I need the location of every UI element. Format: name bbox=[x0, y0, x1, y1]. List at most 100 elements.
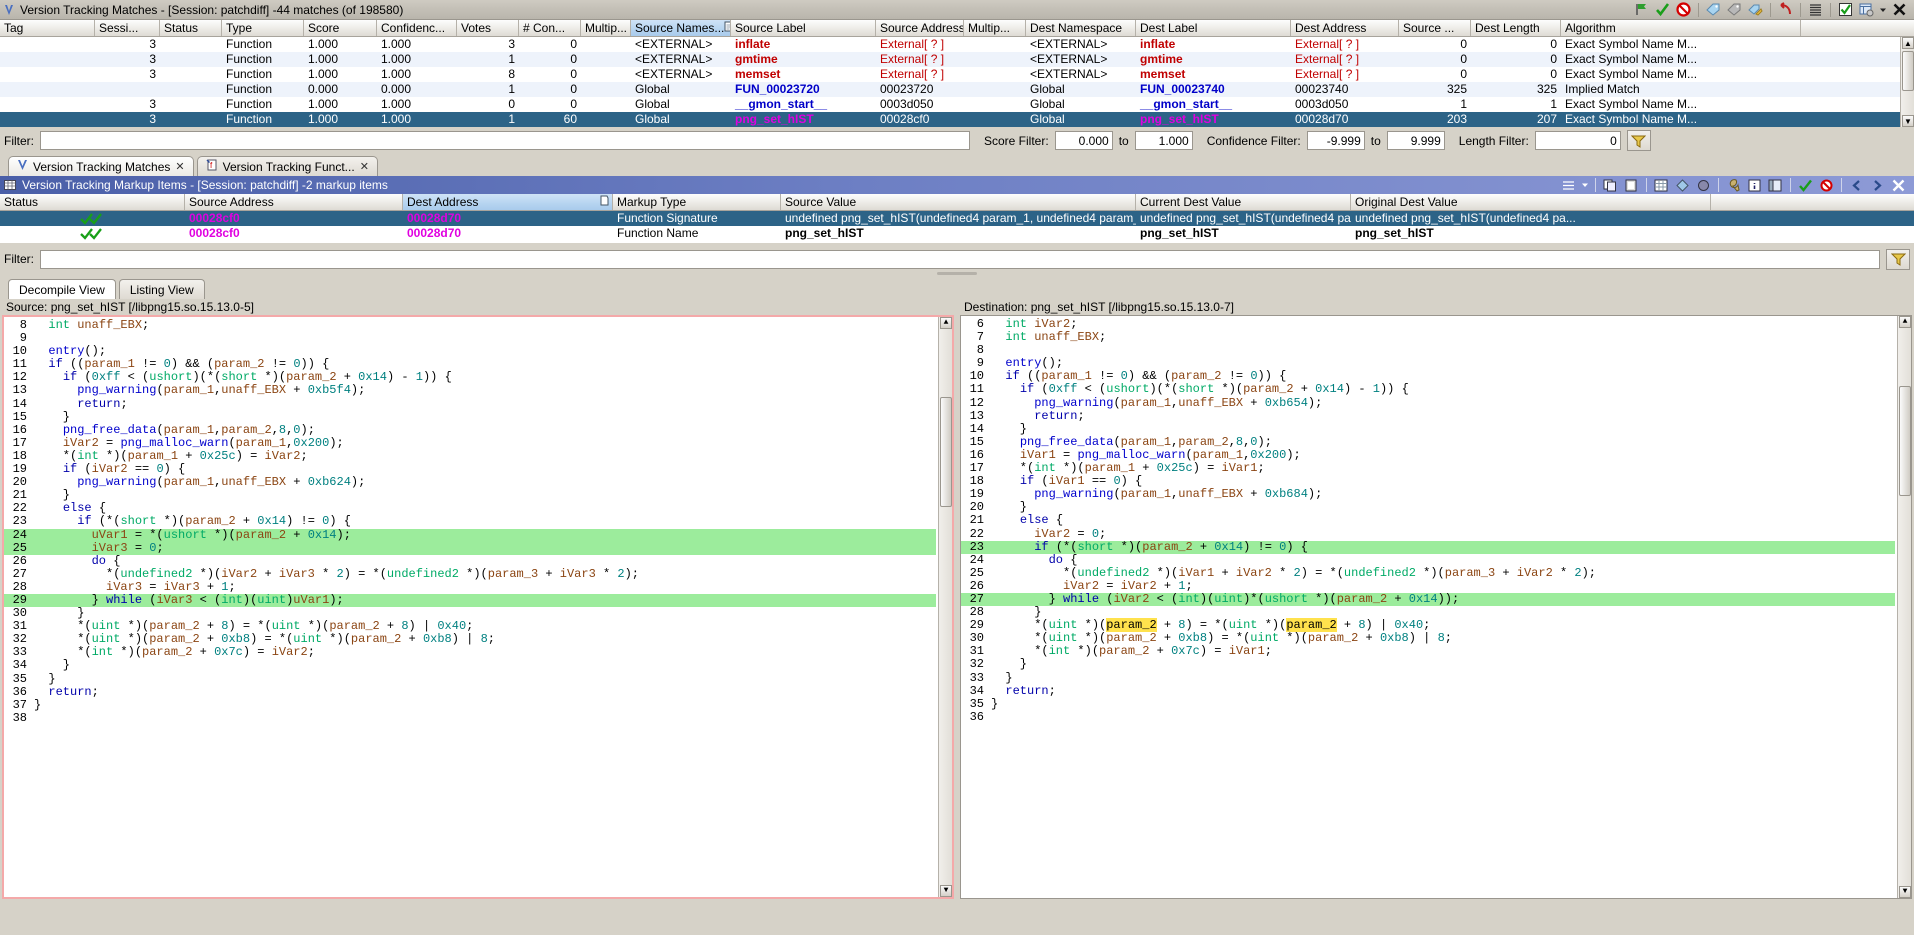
matches-header-score[interactable]: Score bbox=[304, 20, 377, 36]
code-line[interactable]: 9 bbox=[4, 331, 936, 345]
scroll-up-arrow-icon[interactable]: ▲ bbox=[1902, 37, 1914, 49]
table-settings-icon[interactable] bbox=[1857, 1, 1876, 18]
code-line[interactable]: 13 return; bbox=[961, 409, 1895, 423]
source-scroll-down-arrow-icon[interactable]: ▼ bbox=[940, 885, 952, 897]
diamond-icon[interactable] bbox=[1673, 177, 1692, 194]
code-line[interactable]: 27 *(undefined2 *)(iVar2 + iVar3 * 2) = … bbox=[4, 567, 936, 581]
close-window-icon[interactable] bbox=[1889, 177, 1908, 194]
matches-table-row[interactable]: 3 Function 1.000 1.000 8 0 <EXTERNAL> memset Ext… bbox=[0, 67, 1914, 82]
code-line[interactable]: 20 } bbox=[961, 501, 1895, 514]
reject-icon[interactable] bbox=[1817, 177, 1836, 194]
prev-arrow-icon[interactable] bbox=[1847, 177, 1866, 194]
matches-header-dest_namespace[interactable]: Dest Namespace bbox=[1026, 20, 1136, 36]
tag-edit-icon[interactable] bbox=[1746, 1, 1765, 18]
close-window-icon[interactable] bbox=[1890, 1, 1909, 18]
code-line[interactable]: 23 if (*(short *)(param_2 + 0x14) != 0) … bbox=[961, 540, 1895, 554]
dropdown-arrow-icon[interactable] bbox=[1878, 1, 1888, 18]
dest-scroll-thumb[interactable] bbox=[1899, 386, 1911, 496]
matches-header-multiple[interactable]: Multip... bbox=[581, 20, 631, 36]
source-pane-scrollbar[interactable]: ▲ ▼ bbox=[938, 317, 952, 897]
checkbox-icon[interactable] bbox=[1836, 1, 1855, 18]
code-line[interactable]: 36 bbox=[961, 710, 1895, 724]
matches-header-type[interactable]: Type bbox=[222, 20, 304, 36]
source-scroll-thumb[interactable] bbox=[940, 397, 952, 507]
accept-check-icon[interactable] bbox=[1653, 1, 1672, 18]
confidence-filter-min-input[interactable] bbox=[1306, 131, 1365, 150]
matches-table-row[interactable]: 3 Function 1.000 1.000 1 0 <EXTERNAL> gmtime Ext… bbox=[0, 52, 1914, 67]
markup-header-original_dest_value[interactable]: Original Dest Value bbox=[1351, 194, 1711, 210]
code-line[interactable]: 19 png_warning(param_1,unaff_EBX + 0xb68… bbox=[961, 488, 1895, 501]
code-line[interactable]: 31 *(int *)(param_2 + 0x7c) = iVar1; bbox=[961, 645, 1895, 658]
score-filter-max-input[interactable] bbox=[1134, 131, 1193, 150]
dest-scroll-down-arrow-icon[interactable]: ▼ bbox=[1899, 886, 1911, 898]
flag-icon[interactable] bbox=[1632, 1, 1651, 18]
list-lines-icon[interactable] bbox=[1806, 1, 1825, 18]
dest-scroll-up-arrow-icon[interactable]: ▲ bbox=[1899, 316, 1911, 328]
markup-header-dest_address[interactable]: Dest Address bbox=[403, 194, 613, 210]
markup-header-source_address[interactable]: Source Address bbox=[185, 194, 403, 210]
matches-header-source_address[interactable]: Source Address bbox=[876, 20, 964, 36]
grid-icon[interactable] bbox=[1652, 177, 1671, 194]
matches-header-session[interactable]: Sessi... bbox=[95, 20, 160, 36]
code-line[interactable]: 21 else { bbox=[961, 514, 1895, 527]
code-line[interactable]: 8 int unaff_EBX; bbox=[4, 318, 936, 332]
wrench-icon[interactable] bbox=[1724, 177, 1743, 194]
matches-header-multiple2[interactable]: Multip... bbox=[964, 20, 1026, 36]
markup-header-status[interactable]: Status bbox=[0, 194, 185, 210]
tag-gray-icon[interactable] bbox=[1725, 1, 1744, 18]
source-decompile-pane[interactable]: 8 int unaff_EBX; 9 10 entry(); 11 if ((par… bbox=[2, 315, 954, 899]
code-line[interactable]: 32 } bbox=[961, 658, 1895, 671]
markup-header-markup_type[interactable]: Markup Type bbox=[613, 194, 781, 210]
code-line[interactable]: 7 int unaff_EBX; bbox=[961, 330, 1895, 344]
paste-icon[interactable] bbox=[1622, 177, 1641, 194]
code-line[interactable]: 20 png_warning(param_1,unaff_EBX + 0xb62… bbox=[4, 476, 936, 489]
matches-header-algorithm[interactable]: Algorithm bbox=[1561, 20, 1801, 36]
markup-filter-options-button[interactable] bbox=[1886, 248, 1910, 270]
matches-table-row[interactable]: Function 0.000 0.000 1 0 Global FUN_00023720 00… bbox=[0, 82, 1914, 97]
matches-header-dest_address[interactable]: Dest Address bbox=[1291, 20, 1399, 36]
code-line[interactable]: 35 } bbox=[4, 672, 936, 686]
matches-table-scrollbar[interactable]: ▲ ▼ bbox=[1900, 37, 1914, 127]
code-line[interactable]: 27 } while (iVar2 < (int)(uint)*(ushort … bbox=[961, 592, 1895, 607]
matches-table-row[interactable]: 3 Function 1.000 1.000 1 60 Global png_set_hIST… bbox=[0, 112, 1914, 127]
code-line[interactable]: 25 iVar3 = 0; bbox=[4, 541, 936, 555]
code-line[interactable]: 14 return; bbox=[4, 397, 936, 411]
info-icon[interactable] bbox=[1745, 177, 1764, 194]
matches-table-row[interactable]: 3 Function 1.000 1.000 3 0 <EXTERNAL> inflate Ex… bbox=[0, 37, 1914, 52]
tag-blue-icon[interactable] bbox=[1704, 1, 1723, 18]
code-line[interactable]: 25 *(undefined2 *)(iVar1 + iVar2 * 2) = … bbox=[961, 566, 1895, 580]
confidence-filter-max-input[interactable] bbox=[1386, 131, 1445, 150]
matches-header-dest_label[interactable]: Dest Label bbox=[1136, 20, 1291, 36]
length-filter-input[interactable] bbox=[1534, 131, 1621, 150]
apply-check-icon[interactable] bbox=[1796, 177, 1815, 194]
code-line[interactable]: 34 return; bbox=[961, 684, 1895, 698]
list-icon[interactable] bbox=[1559, 177, 1578, 194]
markup-header-current_dest_value[interactable]: Current Dest Value bbox=[1136, 194, 1351, 210]
code-view-tab-listing-view[interactable]: Listing View bbox=[118, 279, 205, 299]
matches-header-source_namespace[interactable]: Source Names... bbox=[631, 20, 731, 36]
scroll-down-arrow-icon[interactable]: ▼ bbox=[1902, 115, 1914, 127]
code-line[interactable]: 12 png_warning(param_1,unaff_EBX + 0xb65… bbox=[961, 396, 1895, 410]
matches-header-dest_length[interactable]: Dest Length bbox=[1471, 20, 1561, 36]
code-line[interactable]: 34 } bbox=[4, 659, 936, 672]
markup-table-row[interactable]: 00028cf0 00028d70 Function Signature undefi… bbox=[0, 211, 1914, 226]
code-line[interactable]: 36 return; bbox=[4, 685, 936, 699]
tab-close-icon[interactable]: ✕ bbox=[360, 160, 369, 173]
code-line[interactable]: 29 } while (iVar3 < (int)(uint)uVar1); bbox=[4, 593, 936, 608]
matches-header-status[interactable]: Status bbox=[160, 20, 222, 36]
markup-filter-input[interactable] bbox=[40, 249, 1880, 269]
code-line[interactable]: 28 iVar3 = iVar3 + 1; bbox=[4, 580, 936, 594]
matches-table-row[interactable]: 3 Function 1.000 1.000 0 0 Global __gmon_start_… bbox=[0, 97, 1914, 112]
markup-table-row[interactable]: 00028cf0 00028d70 Function Name png_set_hIS… bbox=[0, 226, 1914, 241]
code-line[interactable]: 35} bbox=[961, 697, 1895, 711]
code-line[interactable]: 8 bbox=[961, 344, 1895, 357]
reject-icon[interactable] bbox=[1674, 1, 1693, 18]
next-arrow-icon[interactable] bbox=[1868, 177, 1887, 194]
matches-scroll-thumb[interactable] bbox=[1902, 51, 1914, 91]
matches-header-source_label[interactable]: Source Label bbox=[731, 20, 876, 36]
matches-header-source_length[interactable]: Source ... bbox=[1399, 20, 1471, 36]
code-line[interactable]: 23 if (*(short *)(param_2 + 0x14) != 0) … bbox=[4, 515, 936, 528]
copy-icon[interactable] bbox=[1601, 177, 1620, 194]
matches-header-tag[interactable]: Tag bbox=[0, 20, 95, 36]
code-line[interactable]: 33 *(int *)(param_2 + 0x7c) = iVar2; bbox=[4, 646, 936, 659]
